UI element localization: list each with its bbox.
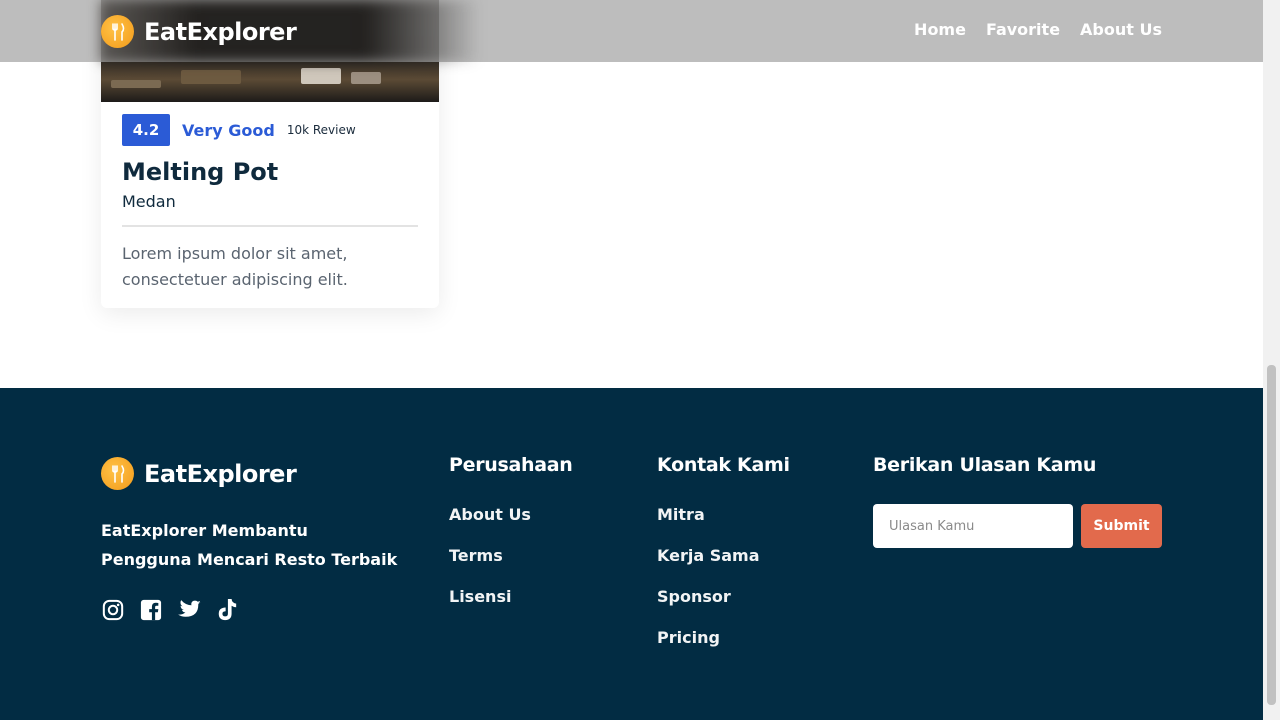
footer-logo-icon [101,457,134,490]
nav-links: Home Favorite About Us [914,20,1162,39]
company-heading: Perusahaan [449,454,573,476]
footer-review-section: Berikan Ulasan Kamu [873,454,1096,476]
card-divider [122,225,418,227]
review-count: 10k Review [286,123,356,137]
logo-icon [101,15,134,48]
restaurant-city: Medan [122,192,176,211]
footer-link-mitra[interactable]: Mitra [657,505,705,524]
tiktok-icon[interactable] [215,598,239,622]
brand[interactable]: EatExplorer [101,15,297,48]
review-heading: Berikan Ulasan Kamu [873,454,1097,476]
nav-about-us[interactable]: About Us [1080,20,1162,39]
footer-brand-name: EatExplorer [144,459,297,488]
instagram-icon[interactable] [101,598,125,622]
footer-link-about-us[interactable]: About Us [449,505,531,524]
footer-link-pricing[interactable]: Pricing [657,628,720,647]
footer-link-terms[interactable]: Terms [449,546,503,565]
footer-link-lisensi[interactable]: Lisensi [449,587,511,606]
navbar: EatExplorer Home Favorite About Us [0,0,1263,62]
footer: EatExplorer EatExplorer Membantu Penggun… [0,388,1263,720]
footer-contact-section: Kontak Kami Mitra Kerja Sama Sponsor Pri… [657,454,790,669]
contact-heading: Kontak Kami [657,454,790,476]
submit-button[interactable]: Submit [1081,504,1162,548]
scrollbar-thumb[interactable] [1267,365,1276,705]
social-links [101,598,239,622]
restaurant-name[interactable]: Melting Pot [122,158,418,186]
restaurant-description: Lorem ipsum dolor sit amet, consectetuer… [122,244,348,289]
footer-brand[interactable]: EatExplorer [101,457,297,490]
scrollbar[interactable] [1263,0,1280,720]
twitter-icon[interactable] [177,598,201,622]
rating-score: 4.2 [122,114,170,146]
review-input[interactable] [873,504,1073,548]
review-form: Submit [873,504,1162,548]
footer-link-kerja-sama[interactable]: Kerja Sama [657,546,760,565]
footer-link-sponsor[interactable]: Sponsor [657,587,731,606]
facebook-icon[interactable] [139,598,163,622]
nav-favorite[interactable]: Favorite [986,20,1060,39]
nav-home[interactable]: Home [914,20,966,39]
rating-label: Very Good [182,120,275,140]
brand-name: EatExplorer [144,17,297,46]
footer-tagline: EatExplorer Membantu Pengguna Mencari Re… [101,521,398,569]
footer-company-section: Perusahaan About Us Terms Lisensi [449,454,573,628]
